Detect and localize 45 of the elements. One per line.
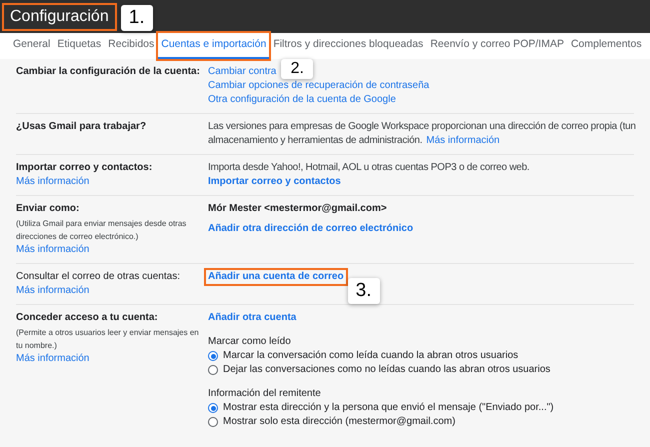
radio-label: Mostrar esta dirección y la persona que envió el mensaje ("Enviado por...") — [223, 401, 554, 415]
action-link[interactable]: Añadir otra cuenta — [206, 311, 298, 325]
step-number-label: 2. — [281, 59, 314, 79]
more-info-link[interactable]: Más información — [16, 243, 90, 257]
description-text: Las versiones para empresas de Google Workspace proporcionan una dirección de correo propia (tun — [208, 120, 634, 134]
description-text: Importa desde Yahoo!, Hotmail, AOL u otras cuentas POP3 o de correo web. — [208, 161, 530, 175]
radio-button[interactable] — [208, 351, 218, 361]
radio-button[interactable] — [208, 403, 218, 413]
section-note: (Permite a otros usuarios leer y enviar mensajes en tu nombre.) — [16, 327, 200, 352]
settings-tab[interactable]: Recibidos — [105, 33, 158, 59]
settings-tab[interactable]: General — [10, 33, 54, 59]
section-label: Conceder acceso a tu cuenta: — [16, 311, 159, 325]
settings-tab[interactable]: Etiquetas — [54, 33, 104, 59]
action-link[interactable]: Importar correo y contactos — [206, 175, 343, 189]
action-link[interactable]: Añadir una cuenta de correo — [206, 270, 346, 284]
radio-button[interactable] — [208, 417, 218, 427]
page-title: Configuración — [4, 4, 115, 28]
radio-label: Dejar las conversaciones como no leídas cuando las abran otros usuarios — [223, 363, 550, 377]
settings-tab[interactable]: Filtros y direcciones bloqueadas — [270, 33, 426, 59]
action-link[interactable]: Añadir otra dirección de correo electrónico — [206, 222, 416, 236]
settings-link[interactable]: Cambiar contra — [208, 65, 276, 79]
group-title: Información del remitente — [208, 387, 322, 401]
radio-label: Marcar la conversación como leída cuando la abran otros usuarios — [223, 349, 518, 363]
settings-link[interactable]: Cambiar opciones de recuperación de contraseña — [208, 79, 430, 93]
section-label: Importar correo y contactos: — [16, 161, 154, 175]
more-info-link[interactable]: Más información — [16, 352, 90, 366]
account-address: Mór Mester <mestermor@gmail.com> — [208, 202, 388, 216]
more-info-link[interactable]: Más información — [426, 134, 500, 148]
step-number-label: 3. — [348, 278, 380, 304]
description-text: almacenamiento y herramientas de administración. — [208, 134, 422, 148]
more-info-link[interactable]: Más información — [16, 284, 90, 298]
section-note: (Utiliza Gmail para enviar mensajes desde otras direcciones de correo electrónico.) — [16, 218, 188, 243]
settings-tab[interactable]: Cuentas e importación — [158, 33, 270, 59]
more-info-link[interactable]: Más información — [16, 175, 90, 189]
radio-label: Mostrar solo esta dirección (mestermor@gmail.com) — [223, 415, 456, 429]
section-label: Cambiar la configuración de la cuenta: — [16, 65, 201, 79]
settings-link[interactable]: Otra configuración de la cuenta de Google — [208, 93, 396, 107]
step-number-label: 1. — [120, 4, 153, 30]
section-label: ¿Usas Gmail para trabajar? — [16, 120, 148, 134]
section-label: Consultar el correo de otras cuentas: — [16, 270, 181, 284]
settings-tab[interactable]: Complementos — [568, 33, 645, 59]
radio-button[interactable] — [208, 365, 218, 375]
settings-tab[interactable]: Reenvío y correo POP/IMAP — [427, 33, 567, 59]
section-label: Enviar como: — [16, 202, 80, 216]
group-title: Marcar como leído — [208, 335, 292, 349]
